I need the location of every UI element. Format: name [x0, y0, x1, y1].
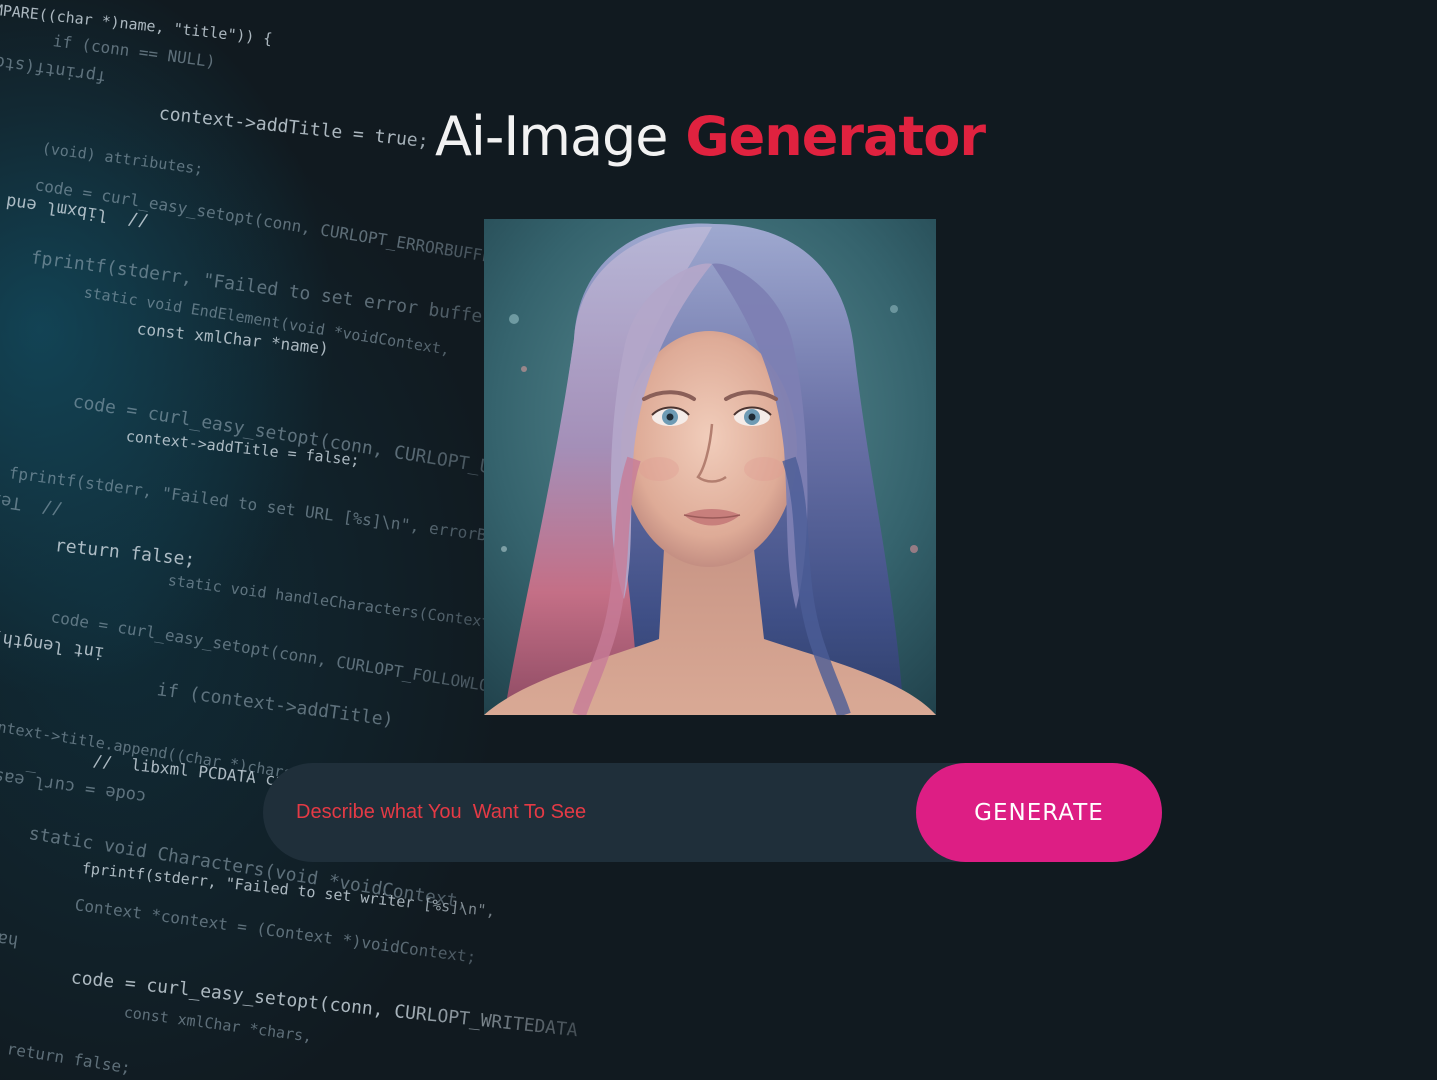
prompt-bar: GENERATE [263, 763, 1162, 862]
background-code-line: static void EndElement(void *voidContext… [82, 283, 452, 359]
background-code-line: Context *context = (Context *)voidContex… [73, 895, 478, 967]
page-title: Ai-Image Generator [0, 100, 1420, 174]
background-code-line: handleCharacters(context, chars, length)… [0, 895, 20, 951]
background-code-line: code = curl_easy_setopt(conn, CURLOPT_FO… [49, 607, 548, 705]
background-code-line: fprintf(stderr, "Failed to set writer [%… [81, 859, 497, 921]
generated-image [484, 219, 936, 715]
background-code-line: code = curl_easy_setopt(conn, CURLOPT_WR… [0, 745, 148, 807]
background-code-line: if (COMPARE((char *)name, "title")) { [0, 0, 274, 48]
app-page: if (COMPARE((char *)name, "title")) {if … [0, 0, 1437, 1080]
background-code-line: if (conn == NULL) [51, 31, 217, 72]
background-code-line: int length) [0, 627, 106, 663]
background-code-line: fprintf(stderr, "Failed to create CURL c… [0, 45, 108, 87]
background-code-line: context->addTitle = false; [125, 427, 361, 470]
background-code-line: code = curl_easy_setopt(conn, CURLOPT_WR… [69, 967, 579, 1042]
prompt-input[interactable] [263, 763, 913, 862]
background-code-line: // Text handling helper function [0, 487, 64, 519]
background-code-line: if (context->addTitle) [155, 679, 395, 732]
background-code-line: return false; [5, 1039, 133, 1078]
background-code-line: fprintf(stderr, "Failed to set URL [%s]\… [7, 463, 555, 554]
background-code-line: const xmlChar *name) [136, 319, 330, 359]
title-light: Ai-Image [434, 105, 669, 168]
generate-button[interactable]: GENERATE [916, 763, 1162, 862]
background-code-line: code = curl_easy_setopt(conn, CURLOPT_ER… [33, 175, 513, 270]
title-accent: Generator [685, 105, 986, 168]
background-code-line: return false; [53, 535, 197, 571]
background-code-line: const xmlChar *chars, [122, 1003, 314, 1046]
